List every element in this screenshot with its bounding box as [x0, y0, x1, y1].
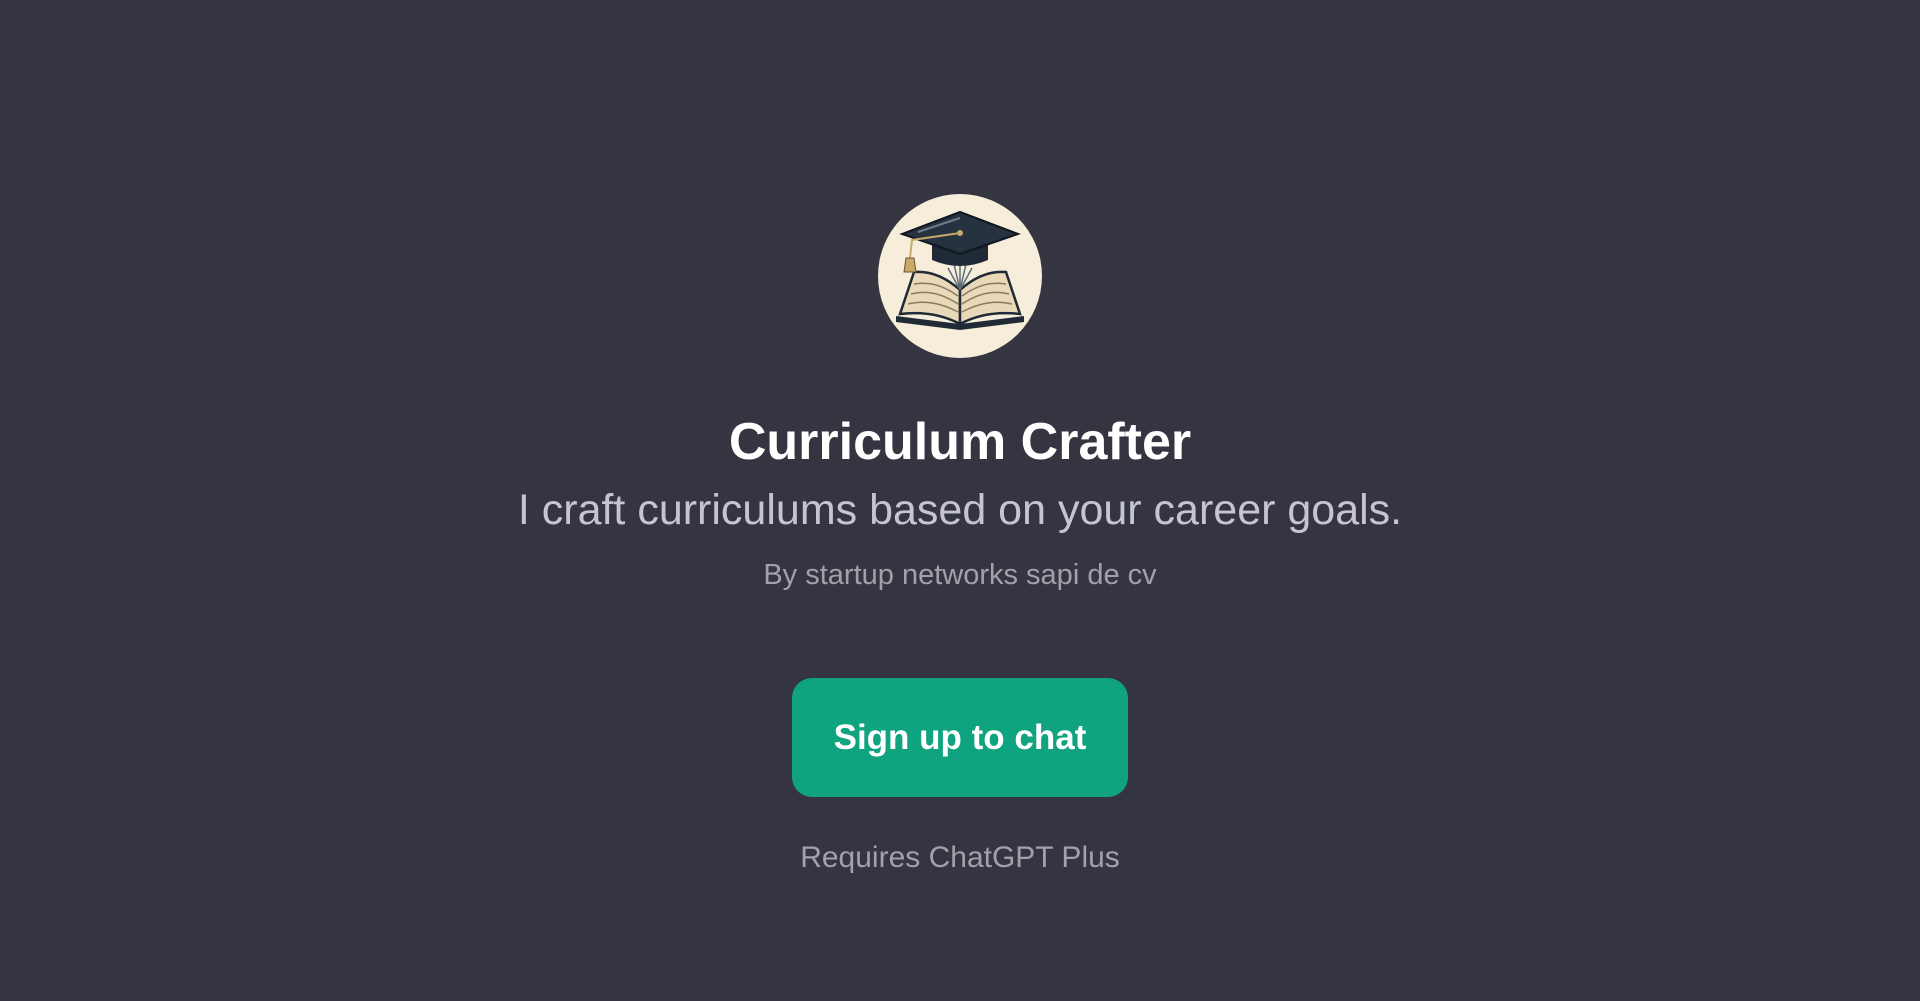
gpt-landing-page: Curriculum Crafter I craft curriculums b…	[0, 0, 1920, 1001]
requirement-note: Requires ChatGPT Plus	[800, 841, 1120, 874]
sign-up-to-chat-button[interactable]: Sign up to chat	[792, 678, 1128, 797]
graduation-cap-on-open-book-icon	[896, 210, 1024, 330]
gpt-description: I craft curriculums based on your career…	[517, 486, 1403, 534]
gpt-title: Curriculum Crafter	[728, 413, 1192, 471]
gpt-avatar	[878, 194, 1042, 358]
gpt-author: By startup networks sapi de cv	[763, 559, 1157, 591]
